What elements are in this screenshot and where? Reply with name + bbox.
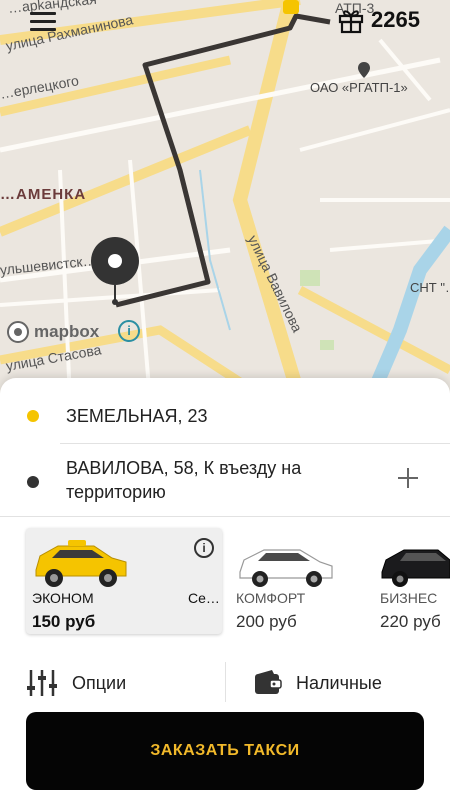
add-stop-button[interactable] [396, 466, 420, 490]
tariff-name: КОМФОРТ [236, 590, 306, 606]
wallet-icon [255, 670, 282, 694]
tariff-info-button[interactable]: i [194, 538, 214, 558]
poi-label: СНТ "… [410, 280, 450, 295]
taxi-car-icon [35, 540, 127, 587]
tariff-price: 220 руб [380, 612, 441, 631]
pickup-address-row[interactable]: ЗЕМЕЛЬНАЯ, 23 [0, 396, 450, 436]
options-label: Опции [72, 672, 127, 693]
payment-label: Наличные [296, 672, 382, 693]
district-label: …АМЕНКА [0, 186, 87, 203]
payment-button[interactable]: Наличные [254, 660, 382, 706]
comfort-car-icon [239, 549, 333, 587]
hamburger-icon [30, 12, 56, 15]
destination-address: ВАВИЛОВА, 58, К въезду на территорию [66, 458, 302, 502]
pickup-dot-icon [27, 410, 39, 422]
gift-icon [338, 10, 364, 34]
business-car-icon [381, 549, 450, 587]
tariff-name: ЭКОНОМ [32, 590, 94, 606]
destination-pin-icon [91, 237, 139, 305]
bonus-value: 2265 [371, 7, 420, 32]
mapbox-icon [7, 321, 29, 343]
map-view[interactable]: …арkандская улица Рахманинова …ерлецкого… [0, 0, 450, 400]
pickup-address: ЗЕМЕЛЬНАЯ, 23 [66, 406, 208, 426]
destination-dot-icon [27, 476, 39, 488]
order-taxi-button[interactable]: ЗАКАЗАТЬ ТАКСИ [26, 712, 424, 790]
poi-pin-icon [358, 62, 370, 78]
mapbox-logo[interactable]: mapbox [6, 320, 99, 344]
options-button[interactable]: Опции [26, 660, 126, 706]
tariff-comfort[interactable]: КОМФОРТ 200 руб [236, 528, 366, 634]
bonus-balance[interactable]: 2265 [337, 6, 420, 34]
destination-address-row[interactable]: ВАВИЛОВА, 58, К въезду на территорию [0, 454, 450, 508]
tariff-econom[interactable]: i ЭКОНОМ Се… 150 руб [26, 528, 222, 634]
divider [60, 443, 450, 444]
mapbox-text: mapbox [34, 322, 100, 341]
tariff-price: 200 руб [236, 612, 297, 631]
tariff-price: 150 руб [32, 612, 96, 631]
divider [0, 516, 450, 517]
tariff-extra: Се… [188, 590, 220, 606]
tariff-list: i ЭКОНОМ Се… 150 руб КОМФОРТ 200 руб БИЗ… [0, 522, 450, 642]
divider [225, 662, 226, 702]
menu-button[interactable] [30, 12, 56, 32]
attribution-info-button[interactable]: i [118, 320, 140, 342]
tariff-name: БИЗНЕС [380, 590, 438, 606]
sliders-icon [27, 670, 57, 696]
tariff-business[interactable]: БИЗНЕС 220 руб [380, 528, 450, 634]
poi-label: ОАО «РГАТП-1» [310, 80, 408, 95]
